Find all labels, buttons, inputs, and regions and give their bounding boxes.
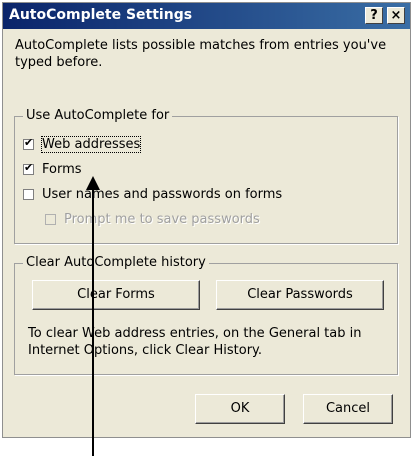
prompt-save-passwords-option: Prompt me to save passwords (45, 212, 260, 227)
description-text: AutoComplete lists possible matches from… (15, 38, 387, 70)
forms-option[interactable]: Forms (23, 161, 82, 177)
annotation-arrow-head (86, 176, 100, 190)
forms-checkbox[interactable] (23, 161, 34, 175)
web-addresses-option[interactable]: Web addresses (23, 136, 142, 153)
close-button[interactable]: × (387, 7, 405, 24)
cancel-button[interactable]: Cancel (303, 394, 393, 424)
clear-forms-button[interactable]: Clear Forms (32, 280, 200, 310)
title-bar[interactable]: AutoComplete Settings ? × (3, 3, 410, 29)
forms-label: Forms (42, 162, 82, 177)
web-addresses-label: Web addresses (40, 136, 142, 153)
user-names-passwords-option[interactable]: User names and passwords on forms (23, 187, 282, 202)
ok-button[interactable]: OK (195, 394, 285, 424)
web-addresses-checkbox[interactable] (23, 136, 34, 150)
user-names-passwords-label: User names and passwords on forms (42, 187, 283, 202)
use-autocomplete-group-label: Use AutoComplete for (23, 108, 173, 123)
user-names-passwords-checkbox[interactable] (23, 189, 34, 200)
help-button[interactable]: ? (365, 7, 383, 24)
use-autocomplete-group: Use AutoComplete for Web addresses Forms… (14, 108, 398, 244)
clear-history-note: To clear Web address entries, on the Gen… (28, 326, 362, 358)
dialog-title: AutoComplete Settings (9, 7, 193, 23)
clear-passwords-button[interactable]: Clear Passwords (216, 280, 384, 310)
prompt-save-passwords-checkbox (45, 214, 56, 225)
clear-history-group-label: Clear AutoComplete history (23, 255, 209, 270)
autocomplete-settings-dialog: AutoComplete Settings ? × AutoComplete l… (2, 2, 411, 438)
annotation-arrow-line (92, 184, 94, 456)
